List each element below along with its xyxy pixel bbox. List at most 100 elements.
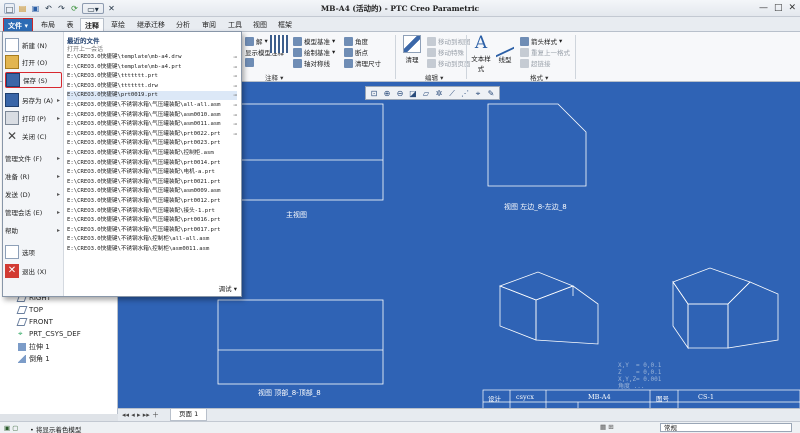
recent-file-item[interactable]: E:\CREO3.0快捷键\不锈钢水箱\气压罐装配\电机-a.prt xyxy=(67,168,237,177)
recent-file-item[interactable]: E:\CREO3.0快捷键\不锈钢水箱\气压罐装配\prt0016.prt xyxy=(67,216,237,225)
recent-file-item[interactable]: E:\CREO3.0快捷键\不锈钢水箱\气压罐装配\prt0012.prt xyxy=(67,197,237,206)
tab-file[interactable]: 文件 ▾ xyxy=(3,18,33,32)
ribbon-item[interactable]: 绘制基准 ▾ xyxy=(293,47,335,57)
menu-manage-session[interactable]: 管理会话 (E) ▸ xyxy=(5,204,62,220)
menu-close[interactable]: ✕ 关闭 (C) xyxy=(5,128,62,144)
menu-exit[interactable]: ✕ 退出 (X) xyxy=(5,263,62,279)
menu-options[interactable]: 选项 xyxy=(5,244,62,260)
menu-save[interactable]: 保存 (S) xyxy=(5,72,62,88)
tab-layout[interactable]: 布局 xyxy=(36,18,60,32)
selection-filter[interactable]: 常规 xyxy=(660,423,792,432)
recent-file-item[interactable]: E:\CREO3.0快捷键\不锈钢水箱\气压罐装配\prt0022.prt ⊸ xyxy=(67,130,237,139)
page-nav-arrows[interactable]: ◂◂ ◂ ▸ ▸▸ ＋ xyxy=(122,410,159,420)
menu-print[interactable]: 打印 (P) ▸ xyxy=(5,110,62,126)
tab-tools[interactable]: 工具 xyxy=(224,18,246,32)
pin-icon[interactable]: ⊸ xyxy=(233,91,237,100)
tab-sketch[interactable]: 草绘 xyxy=(106,18,130,32)
minimize-button[interactable]: — xyxy=(759,2,768,14)
ribbon-item[interactable]: 箭头样式 ▾ xyxy=(520,36,562,46)
pin-icon[interactable]: ⊸ xyxy=(233,82,237,91)
pin-icon[interactable]: ⊸ xyxy=(233,120,237,129)
tree-item-extrude[interactable]: 拉伸 1 xyxy=(18,342,50,352)
maximize-button[interactable]: □ xyxy=(774,2,783,14)
page-tab-1[interactable]: 页面 1 xyxy=(170,409,208,421)
tree-item-front[interactable]: FRONT xyxy=(16,318,53,326)
status-message: • 将显示着色模型 xyxy=(30,426,82,433)
pin-icon[interactable]: ⊸ xyxy=(233,63,237,72)
recent-file-item[interactable]: E:\CREO3.0快捷键\不锈钢水箱\气压罐装配\接头-1.prt xyxy=(67,207,237,216)
open-last-session-link[interactable]: 打开上一会话 xyxy=(67,44,103,53)
ribbon-item[interactable]: 角度 xyxy=(344,36,368,46)
debug-button[interactable]: 调试 ▾ xyxy=(219,283,237,293)
recent-file-item[interactable]: E:\CREO3.0快捷键\不锈钢水箱\气压罐装配\prt0017.prt xyxy=(67,226,237,235)
close-window-button[interactable]: ✕ xyxy=(788,2,796,14)
ribbon-item[interactable]: 断点 xyxy=(344,47,368,57)
tab-review[interactable]: 审阅 xyxy=(197,18,221,32)
tab-legacy-migration[interactable]: 继承迁移 xyxy=(132,18,170,32)
recent-file-item[interactable]: E:\CREO3.0快捷键\不锈钢水箱\控制柜\asm0011.asm xyxy=(67,245,237,254)
line-style-label: 线型 xyxy=(498,56,512,64)
ribbon-item[interactable] xyxy=(245,58,254,67)
text-style-button[interactable]: A 文本样式 xyxy=(470,34,492,73)
recent-file-item[interactable]: E:\CREO3.0快捷键\不锈钢水箱\气压罐装配\prt0023.prt xyxy=(67,139,237,148)
repeat-format-icon xyxy=(520,47,529,57)
ribbon-item[interactable]: 超链接 xyxy=(520,58,551,68)
recent-file-path: E:\CREO3.0快捷键\template\mb-a4.prt xyxy=(67,63,182,70)
ribbon-item-label: 断点 xyxy=(355,49,368,57)
ribbon-item[interactable]: 模型基准 ▾ xyxy=(293,36,335,46)
menu-prepare[interactable]: 准备 (R) ▸ xyxy=(5,168,62,184)
recent-file-item[interactable]: E:\CREO3.0快捷键\template\mb-a4.drw ⊸ xyxy=(67,53,237,62)
cleanup-button[interactable]: 清理 xyxy=(401,35,423,64)
status-icons[interactable]: ▣ ▢ xyxy=(4,424,18,432)
tree-item-top[interactable]: TOP xyxy=(16,306,43,314)
ribbon-item[interactable]: 轴对称线 xyxy=(293,58,330,68)
tree-item-csys[interactable]: ⌖ PRT_CSYS_DEF xyxy=(18,330,81,339)
menu-label: 退出 (X) xyxy=(22,268,47,276)
menu-manage-file[interactable]: 管理文件 (F) ▸ xyxy=(5,150,62,166)
recent-file-item[interactable]: E:\CREO3.0快捷键\template\mb-a4.prt ⊸ xyxy=(67,63,237,72)
file-menu: 新建 (N) 打开 (O) 保存 (S) 另存为 (A) ▸ 打印 (P) ▸ ✕ 关… xyxy=(2,31,242,297)
title-bar: □ ▤ ▣ ↶ ↷ ⟳ ▭▾ ✕ MB-A4 (活动的) - PTC Creo … xyxy=(0,0,800,17)
pin-icon[interactable]: ⊸ xyxy=(233,111,237,120)
annotation-icon xyxy=(245,36,254,46)
title-block-drawing-name: MB-A4 xyxy=(588,393,611,401)
menu-help[interactable]: 帮助 ▸ xyxy=(5,222,62,238)
pin-icon[interactable]: ⊸ xyxy=(233,130,237,139)
tree-item-chamfer[interactable]: 倒角 1 xyxy=(18,354,50,364)
tab-annotate[interactable]: 注释 xyxy=(80,18,104,32)
recent-file-item[interactable]: E:\CREO3.0快捷键\不锈钢水箱\气压罐装配\prt0021.prt xyxy=(67,178,237,187)
ribbon-item-label: 重复上一格式 xyxy=(531,49,570,57)
recent-file-item[interactable]: E:\CREO3.0快捷键\ttttttt.prt ⊸ xyxy=(67,72,237,81)
ribbon-item[interactable]: 移动到页面 xyxy=(427,58,471,68)
menu-save-as[interactable]: 另存为 (A) ▸ xyxy=(5,92,62,108)
menu-new[interactable]: 新建 (N) xyxy=(5,37,62,53)
status-tool-icons[interactable]: ▦ ⊞ xyxy=(600,423,614,431)
ribbon-item[interactable]: 移动到视图 xyxy=(427,36,471,46)
pin-icon[interactable]: ⊸ xyxy=(233,53,237,62)
pin-icon[interactable]: ⊸ xyxy=(233,101,237,110)
recent-file-item[interactable]: E:\CREO3.0快捷键\prt0019.prt ⊸ xyxy=(67,91,237,101)
recent-file-item[interactable]: E:\CREO3.0快捷键\不锈钢水箱\气压罐装配\asm0011.asm ⊸ xyxy=(67,120,237,129)
tab-frame[interactable]: 框架 xyxy=(274,18,296,32)
ribbon-item[interactable]: 解 ▾ xyxy=(245,36,268,46)
tab-view[interactable]: 视图 xyxy=(249,18,271,32)
line-style-button[interactable]: 线型 xyxy=(495,30,515,64)
menu-send[interactable]: 发送 (D) ▸ xyxy=(5,186,62,202)
ribbon-item[interactable]: 清理尺寸 xyxy=(344,58,381,68)
recent-file-item[interactable]: E:\CREO3.0快捷键\不锈钢水箱\控制柜\all-all.asm xyxy=(67,235,237,244)
recent-file-item[interactable]: E:\CREO3.0快捷键\不锈钢水箱\气压罐装配\all-all.asm ⊸ xyxy=(67,101,237,110)
recent-file-item[interactable]: E:\CREO3.0快捷键\不锈钢水箱\气压罐装配\控制柜.asm xyxy=(67,149,237,158)
tab-analysis[interactable]: 分析 xyxy=(172,18,194,32)
tab-table[interactable]: 表 xyxy=(62,18,78,32)
window-title: MB-A4 (活动的) - PTC Creo Parametric xyxy=(320,4,480,13)
pin-icon[interactable]: ⊸ xyxy=(233,72,237,81)
recent-file-item[interactable]: E:\CREO3.0快捷键\不锈钢水箱\气压罐装配\asm0010.asm ⊸ xyxy=(67,111,237,120)
recent-file-item[interactable]: E:\CREO3.0快捷键\不锈钢水箱\气压罐装配\asm0009.asm xyxy=(67,187,237,196)
ribbon-item[interactable]: 重复上一格式 xyxy=(520,47,570,57)
ribbon-item[interactable]: 移动特殊 xyxy=(427,47,464,57)
recent-file-item[interactable]: E:\CREO3.0快捷键\ttttttt.drw ⊸ xyxy=(67,82,237,91)
menu-open[interactable]: 打开 (O) xyxy=(5,54,62,70)
recent-file-item[interactable]: E:\CREO3.0快捷键\不锈钢水箱\气压罐装配\prt0014.prt xyxy=(67,159,237,168)
menu-label: 帮助 xyxy=(5,227,18,235)
model-annotation-big-button[interactable] xyxy=(270,35,288,54)
